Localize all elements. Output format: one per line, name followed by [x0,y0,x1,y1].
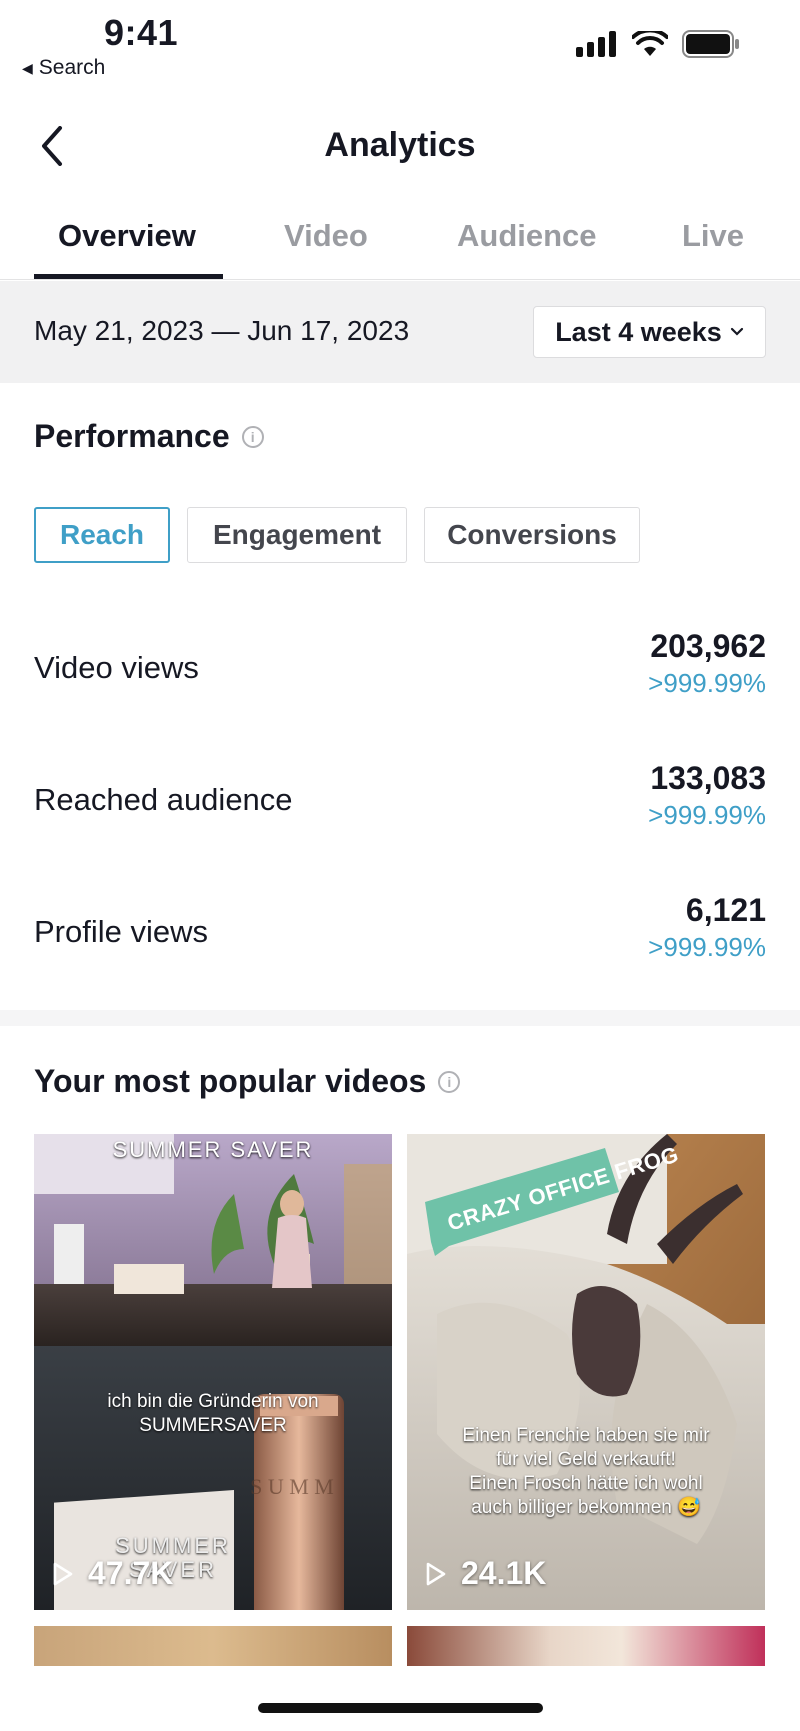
video-views: 24.1K [425,1555,546,1592]
metric-change: >999.99% [648,800,766,830]
tab-bar: Overview Video Audience Live [0,200,800,280]
video-thumbnail[interactable] [34,1626,392,1666]
metric-label: Video views [34,650,199,685]
info-icon[interactable]: i [438,1070,461,1093]
cellular-signal-icon [576,31,616,57]
video-thumbnail[interactable]: CRAZY OFFICE FROG Einen Frenchie haben s… [407,1134,765,1610]
tab-overview[interactable]: Overview [58,218,196,254]
active-tab-indicator [34,274,223,279]
video-views-count: 24.1K [461,1555,547,1591]
metric-label: Profile views [34,914,208,949]
video-caption-line: Einen Frosch hätte ich wohl [469,1473,703,1494]
metric-change: >999.99% [648,932,766,962]
back-triangle-icon: ◀ [22,59,33,76]
back-to-search-label: Search [38,56,106,79]
play-icon [53,1562,73,1585]
status-icons [576,30,740,58]
filter-reach[interactable]: Reach [34,507,170,563]
metric-label: Reached audience [34,782,293,817]
play-icon [426,1562,446,1585]
back-to-search-link[interactable]: ◀ Search [22,56,105,80]
wifi-icon [632,31,668,56]
video-caption-line: SUMMERSAVER [139,1415,287,1436]
info-icon[interactable]: i [241,425,264,448]
metric-row: Reached audience 133,083 >999.99% [0,752,800,852]
video-thumbnail[interactable] [407,1626,765,1666]
video-views: 47.7K [52,1555,173,1592]
filter-engagement[interactable]: Engagement [187,507,407,563]
video-views-count: 47.7K [88,1555,174,1591]
video-caption-line: auch billiger bekommen 😅 [471,1497,701,1518]
video-caption-line: ich bin die Gründerin von [107,1391,319,1412]
status-bar: 9:41 ◀ Search [0,0,800,90]
svg-text:S U M M: S U M M [250,1474,334,1499]
metric-value: 133,083 [650,760,766,796]
video-caption-line: Einen Frenchie haben sie mir [462,1425,710,1446]
status-time: 9:41 [104,12,179,53]
metric-row: Video views 203,962 >999.99% [0,620,800,720]
metric-change: >999.99% [648,668,766,698]
nav-bar: Analytics [0,110,800,182]
popular-videos-title: Your most popular videos [34,1063,427,1099]
metric-value: 203,962 [650,628,766,664]
performance-title: Performance [34,418,230,454]
video-brand-text: SUMMER SAVER [112,1137,314,1162]
popular-videos-heading: Your most popular videos i [34,1063,461,1100]
filter-conversions[interactable]: Conversions [424,507,640,563]
date-range-text: May 21, 2023 — Jun 17, 2023 [34,315,410,346]
video-caption: ich bin die Gründerin von SUMMERSAVER [34,1390,392,1438]
section-divider [0,1010,800,1026]
tab-audience[interactable]: Audience [457,218,597,254]
performance-heading: Performance i [34,418,264,455]
period-dropdown-label: Last 4 weeks [555,316,722,347]
tab-live[interactable]: Live [682,218,744,254]
page-title: Analytics [324,126,476,164]
home-indicator[interactable] [258,1703,543,1713]
video-caption: Einen Frenchie haben sie mir für viel Ge… [407,1424,765,1520]
tab-video[interactable]: Video [284,218,368,254]
date-range-bar: May 21, 2023 — Jun 17, 2023 Last 4 weeks [0,281,800,383]
battery-icon [682,30,739,58]
period-dropdown[interactable]: Last 4 weeks [533,306,766,358]
video-caption-line: für viel Geld verkauft! [496,1449,676,1470]
chevron-down-icon [730,327,743,336]
metric-row: Profile views 6,121 >999.99% [0,884,800,984]
video-thumbnail-image [407,1134,765,1610]
metric-value: 6,121 [685,892,766,928]
video-thumbnail[interactable]: S U M M SUMMER SAVER ich bin die Gründer… [34,1134,392,1610]
